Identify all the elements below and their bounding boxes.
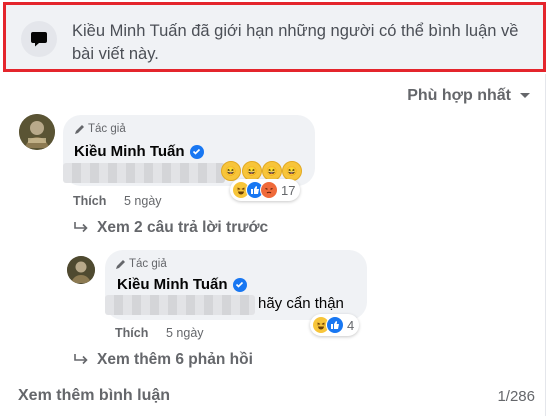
like-reaction-icon xyxy=(326,316,344,334)
sort-dropdown[interactable]: Phù hợp nhất xyxy=(407,87,531,105)
comment-author[interactable]: Kiều Minh Tuấn xyxy=(117,276,247,293)
laughing-emoji-icon: 😆 xyxy=(282,161,302,181)
author-badge: Tác giả xyxy=(115,258,167,270)
scrollbar-track xyxy=(545,74,546,416)
comment-timestamp[interactable]: 5 ngày xyxy=(124,194,162,208)
laughing-emoji-icon: 😆 xyxy=(242,161,262,181)
reaction-count: 4 xyxy=(347,317,355,333)
comment-author[interactable]: Kiều Minh Tuấn xyxy=(74,143,204,160)
avatar[interactable] xyxy=(67,256,95,284)
reaction-summary[interactable]: 17 xyxy=(230,179,301,201)
verified-icon xyxy=(232,277,247,292)
view-previous-replies-link[interactable]: Xem 2 câu trả lời trước xyxy=(73,219,268,237)
reply-arrow-icon xyxy=(74,354,88,365)
comment-count: 1/286 xyxy=(497,388,535,405)
comment-text: hãy cẩn thận xyxy=(258,295,344,312)
verified-icon xyxy=(189,144,204,159)
laughing-emoji-icon: 😆 xyxy=(262,161,282,181)
comment-icon xyxy=(21,21,57,57)
like-button[interactable]: Thích xyxy=(115,326,148,340)
avatar[interactable] xyxy=(19,114,55,150)
comment-restriction-notice: Kiều Minh Tuấn đã giới hạn những người c… xyxy=(3,2,546,72)
caret-down-icon xyxy=(520,93,530,98)
view-more-replies-link[interactable]: Xem thêm 6 phản hồi xyxy=(73,351,253,369)
author-badge: Tác giả xyxy=(74,123,126,135)
sort-label: Phù hợp nhất xyxy=(407,87,511,104)
reply-bubble: Tác giả Kiều Minh Tuấn hãy cẩn thận xyxy=(105,250,367,320)
blurred-comment-text xyxy=(105,295,255,315)
comment-timestamp[interactable]: 5 ngày xyxy=(166,326,204,340)
view-more-comments-link[interactable]: Xem thêm bình luận xyxy=(18,387,170,405)
blurred-comment-text xyxy=(63,163,225,183)
reaction-count: 17 xyxy=(281,182,296,198)
pencil-icon xyxy=(75,124,84,134)
like-button[interactable]: Thích xyxy=(73,194,106,208)
laughing-emoji-icon: 😆 xyxy=(221,161,241,181)
pencil-icon xyxy=(116,259,125,269)
reaction-summary[interactable]: 4 xyxy=(310,314,360,336)
reply-arrow-icon xyxy=(74,222,88,233)
angry-reaction-icon xyxy=(260,181,278,199)
notice-text: Kiều Minh Tuấn đã giới hạn những người c… xyxy=(72,22,519,63)
